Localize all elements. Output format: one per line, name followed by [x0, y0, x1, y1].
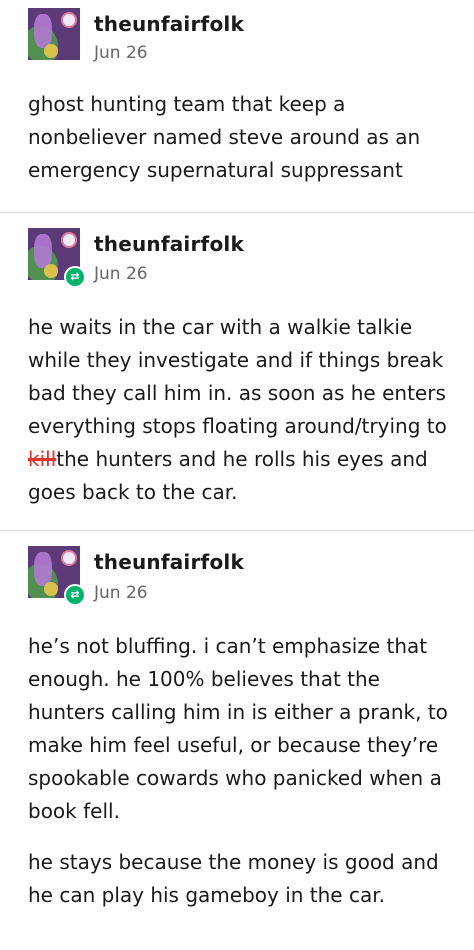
- text-before: he waits in the car with a walkie talkie…: [28, 315, 447, 438]
- avatar[interactable]: [28, 8, 80, 60]
- post-body: he waits in the car with a walkie talkie…: [28, 311, 460, 509]
- post-divider: [0, 212, 474, 213]
- username[interactable]: theunfairfolk: [94, 550, 244, 574]
- post-paragraph: he waits in the car with a walkie talkie…: [28, 311, 460, 509]
- post-divider: [0, 530, 474, 531]
- post-body: he’s not bluffing. i can’t emphasize tha…: [28, 630, 460, 912]
- struck-word: kill: [28, 447, 57, 471]
- post-paragraph: ghost hunting team that keep a nonbeliev…: [28, 92, 421, 182]
- reblog-icon: ⇄: [64, 584, 86, 606]
- text-after: the hunters and he rolls his eyes and go…: [28, 447, 428, 504]
- username[interactable]: theunfairfolk: [94, 232, 244, 256]
- post-body: ghost hunting team that keep a nonbeliev…: [28, 88, 460, 187]
- post-paragraph: he’s not bluffing. i can’t emphasize tha…: [28, 634, 448, 823]
- post-paragraph: he stays because the money is good and h…: [28, 850, 439, 907]
- post-date: Jun 26: [94, 264, 148, 284]
- reblog-icon: ⇄: [64, 266, 86, 288]
- post-date: Jun 26: [94, 583, 148, 603]
- post-date: Jun 26: [94, 43, 148, 63]
- username[interactable]: theunfairfolk: [94, 12, 244, 36]
